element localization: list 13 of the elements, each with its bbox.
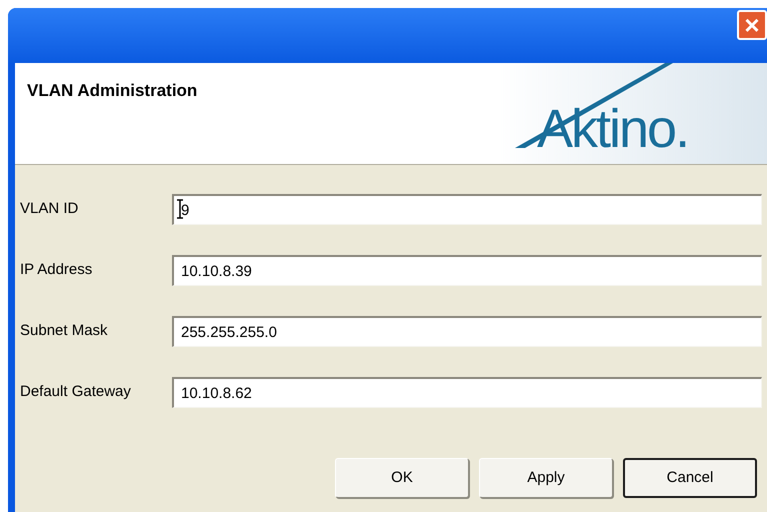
field-label: VLAN ID bbox=[19, 199, 80, 220]
dialog-button[interactable]: Cancel bbox=[623, 458, 757, 498]
dialog-button[interactable]: OK bbox=[335, 458, 469, 498]
input-field[interactable]: 10.10.8.62 bbox=[172, 377, 762, 408]
dialog-button[interactable]: Apply bbox=[479, 458, 613, 498]
field-label: IP Address bbox=[19, 260, 94, 280]
input-field[interactable]: 10.10.8.39 bbox=[172, 255, 762, 286]
field-label: Subnet Mask bbox=[19, 321, 109, 342]
dialog-title: VLAN Administration bbox=[26, 80, 198, 102]
input-field[interactable]: 9 bbox=[172, 194, 762, 225]
field-label: Default Gateway bbox=[19, 382, 132, 402]
close-button[interactable]: × bbox=[737, 10, 767, 40]
input-field[interactable]: 255.255.255.0 bbox=[172, 316, 762, 347]
